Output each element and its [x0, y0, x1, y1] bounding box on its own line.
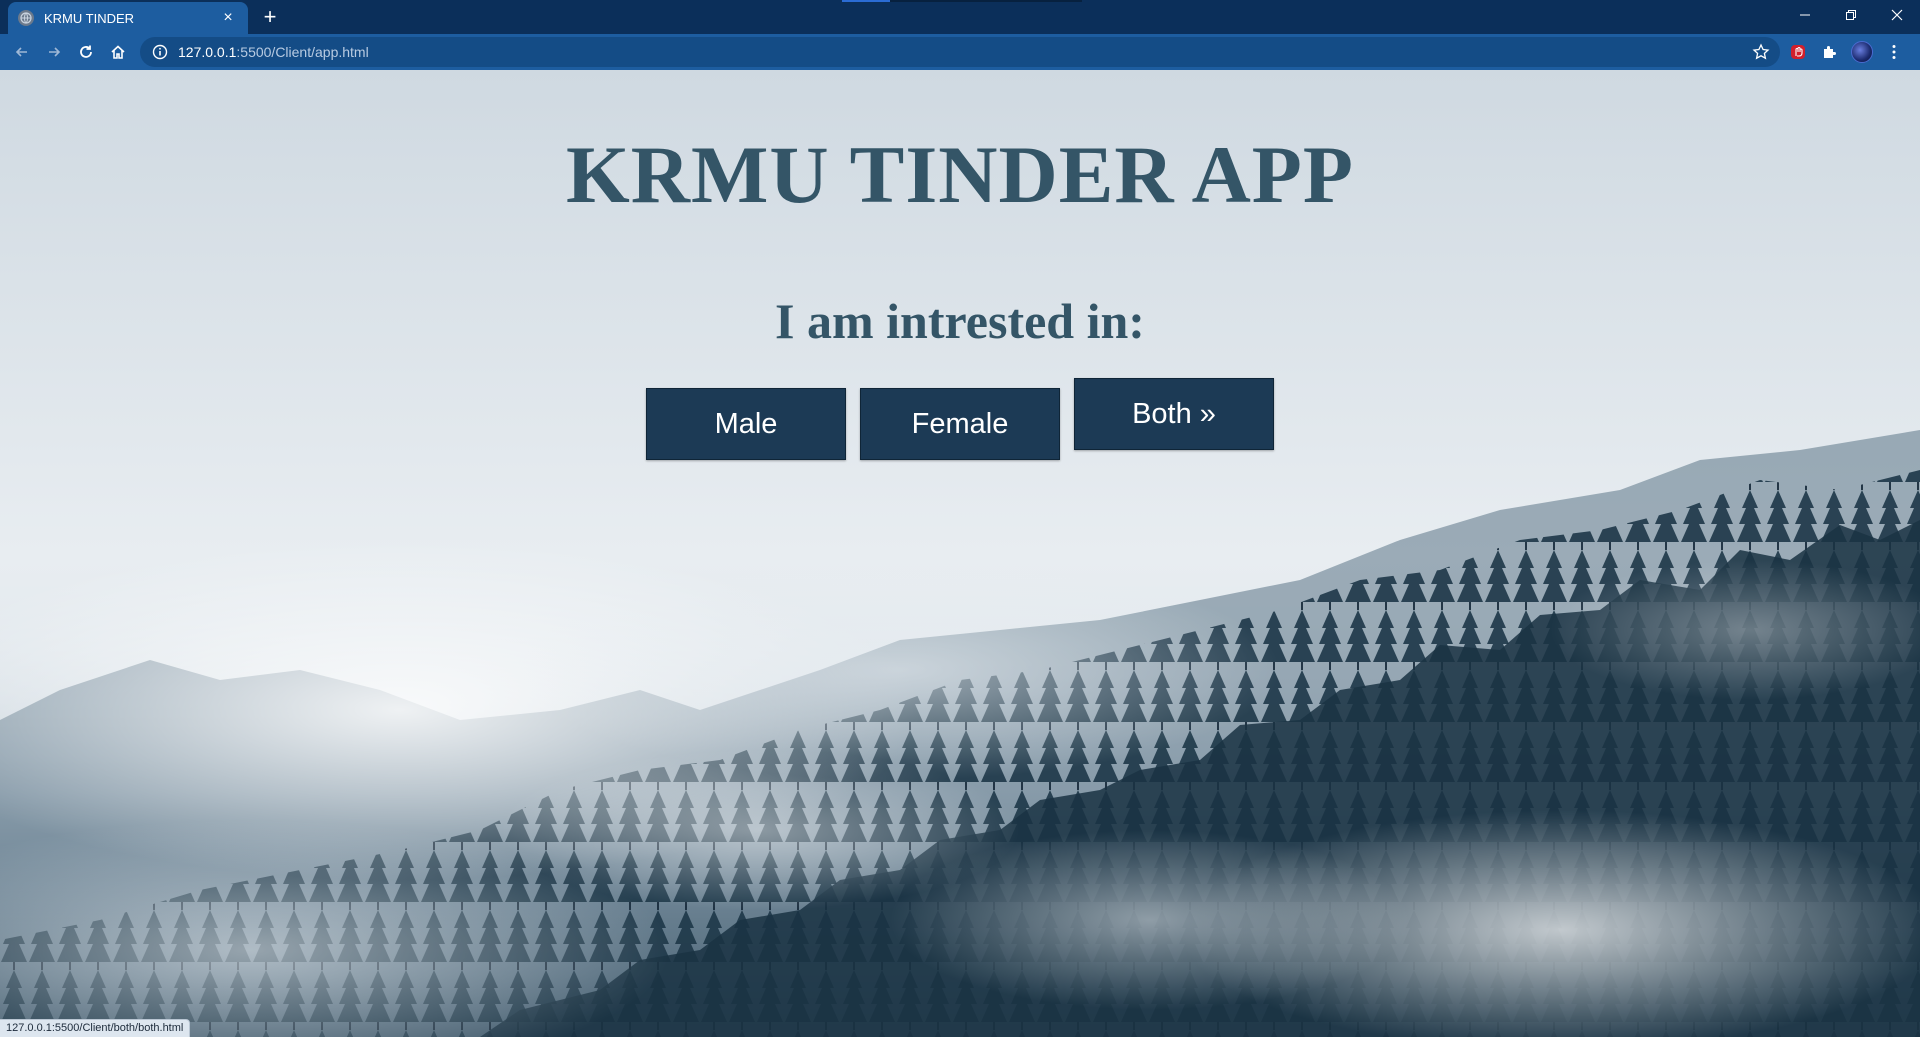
profile-avatar[interactable]	[1846, 36, 1878, 68]
minimize-icon[interactable]	[1782, 0, 1828, 30]
avatar	[1851, 41, 1873, 63]
menu-dots-icon[interactable]	[1878, 36, 1910, 68]
page-viewport: KRMU TINDER APP I am intrested in: Male …	[0, 70, 1920, 1037]
page-title: KRMU TINDER APP	[566, 129, 1354, 220]
close-window-icon[interactable]	[1874, 0, 1920, 30]
tab-indicator	[842, 0, 890, 2]
restore-icon[interactable]	[1828, 0, 1874, 30]
browser-toolbar: 127.0.0.1:5500/Client/app.html	[0, 34, 1920, 70]
tab-strip: KRMU TINDER × +	[0, 0, 1920, 34]
back-icon[interactable]	[6, 36, 38, 68]
window-controls	[1782, 0, 1920, 30]
url-path: :5500/Client/app.html	[236, 44, 369, 60]
tab-indicator-track	[890, 0, 1082, 2]
female-button[interactable]: Female	[860, 388, 1060, 460]
puzzle-icon[interactable]	[1814, 36, 1846, 68]
url-host: 127.0.0.1	[178, 44, 237, 60]
bookmark-star-icon[interactable]	[1752, 43, 1770, 61]
both-button[interactable]: Both »	[1074, 378, 1274, 450]
globe-icon	[18, 10, 34, 26]
forward-icon[interactable]	[38, 36, 70, 68]
extension-red-icon[interactable]	[1782, 36, 1814, 68]
status-bar-url: 127.0.0.1:5500/Client/both/both.html	[0, 1019, 191, 1037]
new-tab-icon[interactable]: +	[258, 6, 282, 30]
info-icon[interactable]	[152, 44, 168, 60]
extensions-area	[1782, 36, 1910, 68]
interest-prompt: I am intrested in:	[775, 293, 1145, 349]
address-bar[interactable]: 127.0.0.1:5500/Client/app.html	[140, 37, 1780, 67]
browser-tab[interactable]: KRMU TINDER ×	[8, 2, 248, 34]
tab-close-icon[interactable]: ×	[218, 8, 238, 28]
tab-title: KRMU TINDER	[44, 10, 135, 26]
home-icon[interactable]	[102, 36, 134, 68]
male-button[interactable]: Male	[646, 388, 846, 460]
reload-icon[interactable]	[70, 36, 102, 68]
